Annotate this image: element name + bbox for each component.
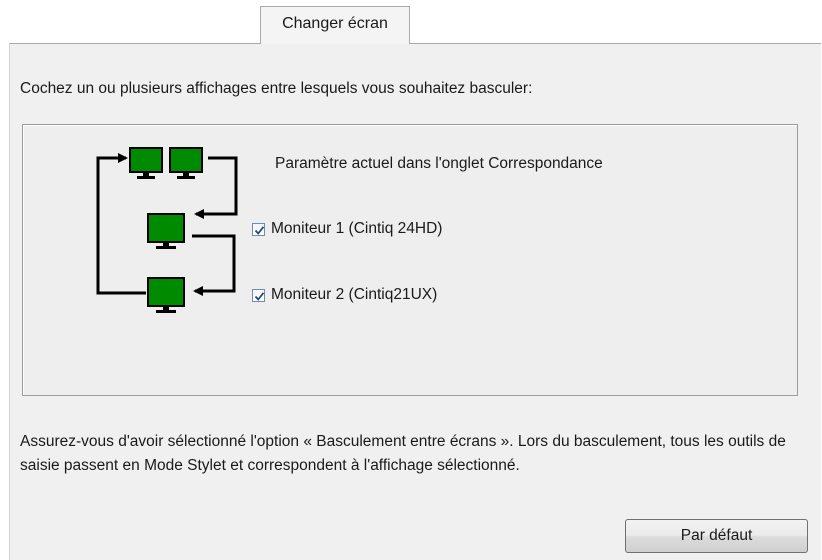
monitor-2-label: Moniteur 2 (Cintiq21UX) (271, 286, 438, 303)
monitor-icon (147, 213, 185, 249)
arrow-to-monitor-2 (192, 234, 236, 296)
monitor-1-checkbox[interactable] (252, 222, 265, 236)
monitor-icon (129, 147, 163, 179)
monitor-1-option[interactable]: Moniteur 1 (Cintiq 24HD) (252, 220, 442, 238)
checkmark-icon (254, 291, 265, 301)
checkmark-icon (254, 225, 265, 235)
monitor-2-checkbox[interactable] (252, 288, 265, 302)
info-note: Assurez-vous d'avoir sélectionné l'optio… (20, 433, 786, 474)
monitor-1-label: Moniteur 1 (Cintiq 24HD) (271, 220, 443, 237)
default-button[interactable]: Par défaut (625, 519, 808, 553)
current-setting-label: Paramètre actuel dans l'onglet Correspon… (275, 155, 603, 172)
monitor-icon (147, 277, 185, 313)
tab-changer-ecran[interactable]: Changer écran (260, 6, 410, 44)
monitor-icon (169, 147, 203, 179)
monitor-2-option[interactable]: Moniteur 2 (Cintiq21UX) (252, 286, 437, 304)
